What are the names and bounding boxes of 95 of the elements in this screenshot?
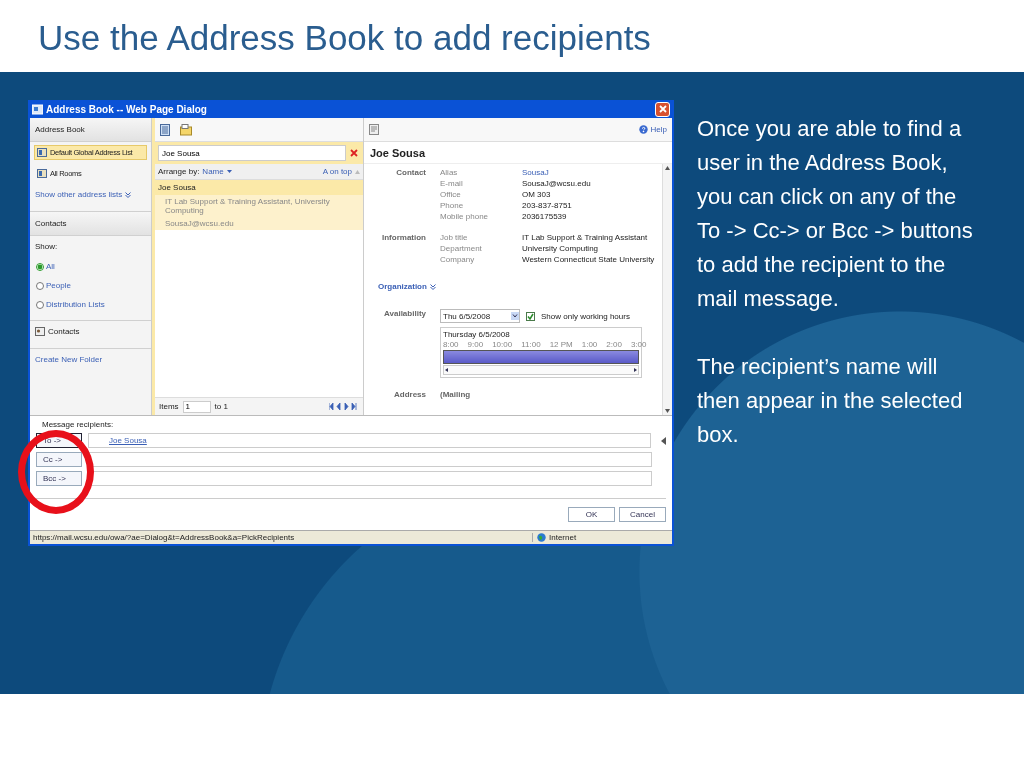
field-value: Western Connecticut State University	[522, 255, 656, 264]
contact-title: Joe Sousa	[364, 142, 672, 164]
dialog-button[interactable]: OK	[568, 507, 615, 522]
recipient-field[interactable]	[88, 452, 652, 467]
timeline-date: Thursday 6/5/2008	[443, 330, 511, 339]
hour-label: 12 PM	[549, 340, 573, 349]
chevron-down-icon	[429, 283, 436, 290]
recipients-label: Message recipients:	[41, 420, 115, 429]
list-view-icon[interactable]	[160, 123, 170, 136]
section-heading: Availability	[383, 309, 426, 320]
section-heading: Contact	[395, 168, 426, 177]
field-label: Mobile phone	[440, 212, 490, 221]
recipient-button[interactable]: Cc ->	[36, 452, 82, 467]
show-label: Show:	[35, 242, 58, 251]
contact-name: Joe Sousa	[155, 180, 363, 195]
radio-button[interactable]	[36, 262, 44, 271]
field-label: Job title	[440, 233, 469, 242]
book-icon	[37, 169, 47, 178]
section-heading: Address	[393, 390, 426, 399]
close-icon	[658, 105, 667, 113]
sort-arrow-icon	[355, 169, 360, 174]
checkbox-label: Show only working hours	[541, 311, 630, 321]
window-title: Address Book -- Web Page Dialog	[46, 103, 208, 115]
help-icon[interactable]	[638, 125, 648, 134]
hour-label: 1:00	[581, 340, 598, 349]
clear-icon[interactable]	[350, 149, 358, 157]
chevron-down-icon	[125, 191, 132, 198]
status-url: https://mail.wcsu.edu/owa/?ae=Dialog&t=AddressBook&a=PickRecipients	[33, 533, 295, 542]
radio-label[interactable]: People	[46, 281, 71, 290]
pager-icon[interactable]	[329, 403, 359, 410]
hour-label: 9:00	[467, 340, 484, 349]
radio-label[interactable]: Distribution Lists	[46, 300, 105, 309]
hour-label: 8:00	[443, 340, 459, 349]
recipient-link[interactable]: Joe Sousa	[109, 436, 147, 445]
slide-paragraph: Once you are able to find a user in the Address Book, you can click on any of the To -> Cc-> or Bcc -> buttons to add the recipient to the mail message.	[697, 115, 974, 313]
contact-detail: SousaJ@wcsu.edu	[164, 218, 235, 230]
document-icon[interactable]	[369, 124, 379, 135]
create-folder-link[interactable]: Create New Folder	[35, 355, 103, 364]
date-dropdown[interactable]: Thu 6/5/2008	[440, 309, 520, 323]
field-value: 203-837-8751	[522, 201, 573, 210]
contact-detail: IT Lab Support & Training Assistant, University Computing	[164, 196, 331, 217]
scroll-right-icon[interactable]	[632, 367, 638, 373]
field-value: University Computing	[522, 244, 600, 253]
field-value: SousaJ@wcsu.edu	[522, 179, 592, 188]
folder-item[interactable]: Contacts	[48, 327, 80, 336]
hour-label: 3:00	[630, 340, 647, 349]
collapse-arrow-icon[interactable]	[661, 436, 666, 445]
slide-title: Use the Address Book to add recipients	[38, 18, 651, 58]
page-field[interactable]: 1	[182, 400, 211, 413]
vertical-scrollbar[interactable]	[662, 164, 672, 415]
section-heading: Information	[381, 233, 426, 242]
scroll-left-icon[interactable]	[444, 367, 450, 373]
book-icon	[37, 148, 47, 157]
horizontal-scrollbar[interactable]	[443, 365, 639, 375]
security-zone: Internet	[549, 533, 577, 542]
sort-order[interactable]: A on top	[322, 167, 352, 176]
recipient-field[interactable]: Joe Sousa	[88, 433, 651, 448]
radio-button[interactable]	[36, 281, 44, 290]
dialog-button[interactable]: Cancel	[619, 507, 666, 522]
contacts-icon	[35, 327, 45, 336]
checkbox[interactable]	[526, 311, 535, 321]
arrange-label: Arrange by:	[158, 167, 200, 176]
field-label: Company	[440, 255, 476, 264]
items-range: to 1	[214, 402, 228, 411]
result-item[interactable]: Joe Sousa IT Lab Support & Training Assistant, University Computing SousaJ@wcsu.edu	[155, 180, 363, 230]
arrange-menu[interactable]: Name	[202, 167, 224, 176]
radio-label[interactable]: All	[46, 262, 55, 271]
hour-label: 11:00	[521, 340, 541, 349]
globe-icon	[537, 533, 546, 542]
window-icon	[32, 103, 43, 115]
dropdown-icon	[226, 170, 232, 173]
field-label: Phone	[440, 201, 465, 210]
show-more-link[interactable]: Show other address lists	[35, 190, 123, 199]
field-label: Department	[440, 244, 483, 253]
field-label: E-mail	[440, 179, 464, 188]
close-button[interactable]	[655, 101, 670, 117]
items-label: Items	[159, 402, 179, 411]
field-label: Alias	[440, 168, 459, 177]
scroll-up-icon[interactable]	[663, 164, 672, 172]
field-value: OM 303	[522, 190, 552, 199]
slide-paragraph: The recipient’s name will then appear in the selected box.	[697, 353, 964, 449]
address-value: (Mailing	[440, 390, 472, 399]
recipient-button[interactable]: Bcc ->	[36, 471, 82, 486]
field-value: 2036175539	[522, 212, 568, 221]
field-value: IT Lab Support & Training Assistant	[522, 233, 649, 242]
search-field[interactable]: Joe Sousa	[158, 145, 346, 161]
dropdown-icon	[511, 312, 519, 320]
radio-button[interactable]	[36, 300, 44, 309]
organization-link[interactable]: Organization	[378, 282, 427, 291]
folder-icon[interactable]	[180, 123, 192, 136]
hour-label: 2:00	[606, 340, 622, 349]
hour-label: 10:00	[492, 340, 513, 349]
field-label: Office	[440, 190, 462, 199]
field-link[interactable]: SousaJ	[522, 168, 662, 177]
help-link[interactable]: Help	[650, 125, 667, 134]
